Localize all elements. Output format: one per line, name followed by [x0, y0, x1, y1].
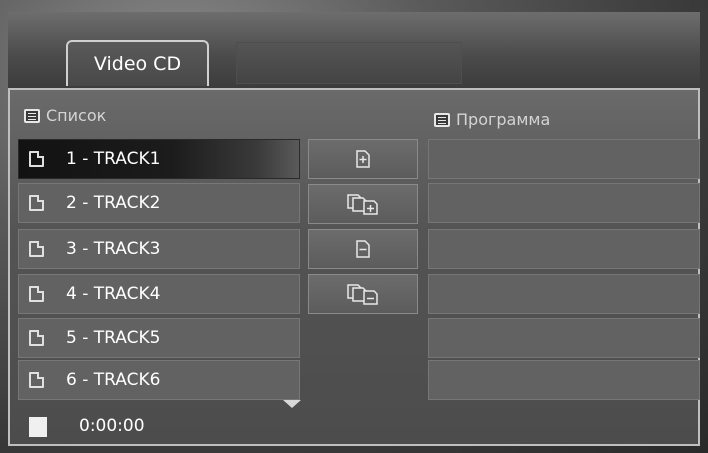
- program-row[interactable]: [428, 139, 700, 179]
- add-all-files-button[interactable]: [308, 184, 418, 224]
- tab-inactive[interactable]: [236, 42, 462, 84]
- scroll-down-icon[interactable]: [283, 400, 301, 408]
- remove-file-button[interactable]: [308, 229, 418, 269]
- file-icon: [29, 372, 44, 388]
- track-label: 3 - TRACK3: [66, 239, 161, 259]
- list-header-label: Список: [46, 106, 107, 125]
- program-row[interactable]: [428, 360, 700, 400]
- list-header: Список: [24, 106, 106, 125]
- track-row-3[interactable]: 3 - TRACK3: [18, 229, 300, 269]
- file-icon: [29, 195, 44, 211]
- track-label: 1 - TRACK1: [66, 149, 161, 169]
- track-row-1[interactable]: 1 - TRACK1: [18, 139, 300, 179]
- track-label: 6 - TRACK6: [66, 370, 161, 390]
- program-header-label: Программа: [456, 110, 551, 129]
- track-label: 2 - TRACK2: [66, 193, 161, 213]
- file-icon: [29, 286, 44, 302]
- remove-all-files-icon: [347, 284, 378, 305]
- file-icon: [29, 241, 44, 257]
- tab-video-cd[interactable]: Video CD: [66, 40, 209, 86]
- stop-icon: [29, 417, 47, 437]
- remove-all-files-button[interactable]: [308, 274, 418, 314]
- list-icon: [24, 108, 40, 123]
- program-row[interactable]: [428, 229, 700, 269]
- add-file-icon: [356, 150, 370, 168]
- tab-label: Video CD: [93, 53, 182, 75]
- track-row-2[interactable]: 2 - TRACK2: [18, 183, 300, 223]
- playback-time: 0:00:00: [79, 416, 145, 436]
- track-row-4[interactable]: 4 - TRACK4: [18, 274, 300, 314]
- track-label: 4 - TRACK4: [66, 284, 161, 304]
- program-row[interactable]: [428, 183, 700, 223]
- program-header: Программа: [434, 110, 550, 129]
- program-row[interactable]: [428, 318, 700, 358]
- track-row-5[interactable]: 5 - TRACK5: [18, 318, 300, 358]
- file-icon: [29, 330, 44, 346]
- list-icon: [434, 112, 450, 127]
- file-icon: [29, 151, 44, 167]
- add-all-files-icon: [347, 194, 378, 215]
- track-label: 5 - TRACK5: [66, 328, 161, 348]
- program-row[interactable]: [428, 274, 700, 314]
- add-file-button[interactable]: [308, 139, 418, 179]
- remove-file-icon: [356, 240, 370, 258]
- track-row-6[interactable]: 6 - TRACK6: [18, 360, 300, 400]
